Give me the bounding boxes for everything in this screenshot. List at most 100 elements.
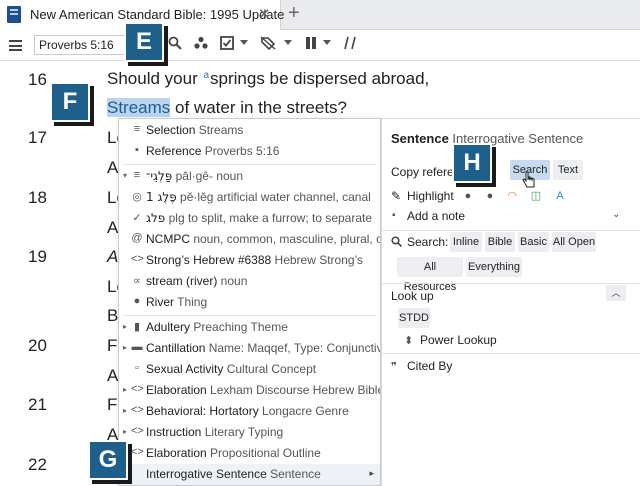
callout-h: H — [452, 143, 492, 183]
expand-arrow-icon[interactable]: ▸ — [123, 406, 127, 415]
chevron-down-icon[interactable] — [323, 40, 331, 45]
menu-item-interrogative-sentence[interactable]: Interrogative Sentence Sentence ▸ — [119, 464, 380, 485]
search-basic-button[interactable]: Basic — [518, 232, 549, 252]
verse-fragment: A — [107, 366, 119, 385]
panel-divider — [382, 353, 640, 354]
add-note-button[interactable]: Add a note — [407, 209, 465, 223]
search-icon — [391, 236, 403, 250]
menu-item-strongs[interactable]: <> Strong’s Hebrew #6388 Hebrew Strong’s — [119, 250, 380, 271]
code-icon: <> — [131, 383, 144, 395]
bookmark-icon: ▪ — [135, 144, 139, 156]
menu-icon[interactable] — [9, 40, 22, 51]
expand-arrow-icon[interactable]: ▸ — [123, 343, 127, 352]
tag-icon[interactable] — [260, 36, 276, 53]
dots-icon[interactable] — [194, 36, 208, 53]
panel-divider — [382, 283, 640, 284]
highlight-style-2-icon[interactable]: ● — [484, 190, 496, 202]
at-icon: @ — [131, 232, 143, 244]
search-all-resources-button[interactable]: All Resources — [397, 257, 463, 293]
root-icon: ✓ — [132, 212, 142, 224]
menu-item-sense[interactable]: ∝ stream (river) noun — [119, 271, 380, 292]
footnote-marker[interactable]: a — [203, 70, 209, 81]
code-icon: <> — [131, 446, 144, 458]
menu-item-genre[interactable]: ▸ <> Behavioral: Hortatory Longacre Genre — [119, 401, 380, 422]
verse-number: 22 — [28, 455, 47, 474]
text-button[interactable]: Text — [553, 160, 583, 180]
note-icon: ▪ — [392, 210, 396, 221]
concept-icon: ▫ — [135, 362, 139, 374]
verse-number: 20 — [28, 336, 47, 355]
collapse-lookup-button[interactable]: ︿ — [606, 285, 626, 301]
cantillation-icon: ▬ — [131, 341, 143, 353]
highlight-style-4-icon[interactable]: ◫ — [530, 190, 542, 202]
menu-item-propositional-outline[interactable]: ▸<>Elaboration Propositional Outline — [119, 443, 380, 464]
check-box-icon[interactable] — [220, 36, 234, 53]
chevron-down-icon[interactable]: ⌄ — [612, 209, 620, 220]
close-tab-icon[interactable]: ✕ — [258, 5, 271, 23]
highlight-style-5-icon[interactable]: A — [554, 190, 566, 202]
chevron-down-icon[interactable] — [284, 40, 292, 45]
hand-cursor-icon — [522, 171, 535, 188]
stdd-button[interactable]: STDD — [398, 308, 430, 328]
verse-fragment: A — [107, 158, 119, 177]
new-tab-button[interactable]: + — [288, 2, 300, 25]
menu-item-thing[interactable]: ● River Thing — [119, 292, 380, 313]
menu-item-cantillation[interactable]: ▸ ▬ Cantillation Name: Maqqef, Type: Conju… — [119, 338, 380, 359]
cited-by-label[interactable]: Cited By — [407, 359, 452, 373]
callout-e: E — [124, 22, 164, 62]
verse-text: Should your asprings be dispersed abroad… — [107, 69, 430, 88]
search-inline-button[interactable]: Inline — [450, 232, 482, 252]
expand-arrow-icon[interactable]: ▾ — [123, 171, 127, 180]
menu-item-cultural-concept[interactable]: ▫ Sexual Activity Cultural Concept — [119, 359, 380, 380]
lines-icon: ≡ — [133, 169, 141, 181]
slash-icon[interactable] — [343, 36, 357, 53]
verse-number: 19 — [28, 247, 47, 266]
highlight-style-1-icon[interactable]: ● — [462, 190, 474, 202]
search-label: Search: — [407, 235, 449, 249]
lemma-icon: ◎ — [132, 191, 142, 203]
search-all-open-button[interactable]: All Open — [552, 232, 596, 252]
context-menu: ≡ Selection Streams ▪ Reference Proverbs 5… — [118, 118, 381, 486]
callout-g: G — [88, 440, 128, 480]
menu-item-selection[interactable]: ≡ Selection Streams — [119, 120, 380, 141]
submenu-arrow-icon: ▸ — [369, 468, 374, 478]
copy-reference-label[interactable]: Copy referen — [391, 165, 460, 179]
verse-number: 18 — [28, 188, 47, 207]
expand-arrow-icon[interactable]: ▸ — [123, 322, 127, 331]
search-bible-button[interactable]: Bible — [485, 232, 515, 252]
menu-item-preaching-theme[interactable]: ▸ ▮ Adultery Preaching Theme — [119, 317, 380, 338]
menu-item-discourse[interactable]: ▸ <> Elaboration Lexham Discourse Hebrew B… — [119, 380, 380, 401]
code-icon: <> — [131, 404, 144, 416]
lines-icon: ≡ — [133, 123, 141, 135]
verse-number: 17 — [28, 128, 47, 147]
menu-item-root[interactable]: ✓ פלג plg to split, make a furrow; to sep… — [119, 208, 380, 229]
selected-word[interactable]: Streams — [107, 98, 171, 117]
sense-icon: ∝ — [133, 275, 141, 287]
menu-item-reference[interactable]: ▪ Reference Proverbs 5:16 — [119, 141, 380, 162]
code-icon: <> — [131, 253, 144, 265]
menu-divider — [123, 164, 376, 165]
verse-text-line2: Streams of water in the streets? — [107, 98, 347, 117]
menu-item-literary-typing[interactable]: ▸ <> Instruction Literary Typing — [119, 422, 380, 443]
trash-icon: ▮ — [133, 321, 141, 333]
highlight-label: Highlight — [407, 189, 454, 203]
panel-divider — [382, 230, 640, 231]
menu-item-lemma[interactable]: ◎ פֶּלֶג 1 pĕ·lĕg artificial water channe… — [119, 187, 380, 208]
menu-item-inflected-form[interactable]: ▾ ≡ פַּלְגֵי־ păl·gê- noun — [119, 166, 380, 187]
menu-divider — [123, 315, 376, 316]
search-icon[interactable] — [168, 36, 182, 53]
look-up-label: Look up — [391, 289, 434, 303]
power-lookup-link[interactable]: Power Lookup — [420, 333, 497, 347]
tab-bar: New American Standard Bible: 1995 Update… — [0, 0, 640, 30]
chevron-down-icon[interactable] — [240, 40, 248, 45]
sentence-panel: Sentence Interrogative Sentence Copy ref… — [381, 118, 640, 486]
menu-item-morphology[interactable]: @ NCMPC noun, common, masculine, plural, … — [119, 229, 380, 250]
callout-f: F — [50, 82, 90, 122]
highlight-style-3-icon[interactable]: ◠ — [506, 190, 518, 202]
book-icon — [7, 6, 21, 23]
expand-arrow-icon[interactable]: ▸ — [123, 385, 127, 394]
toolbar: Proverbs 5:16 — [0, 30, 640, 61]
expand-arrow-icon[interactable]: ▸ — [123, 427, 127, 436]
columns-icon[interactable] — [305, 36, 317, 53]
search-everything-button[interactable]: Everything — [466, 257, 522, 277]
